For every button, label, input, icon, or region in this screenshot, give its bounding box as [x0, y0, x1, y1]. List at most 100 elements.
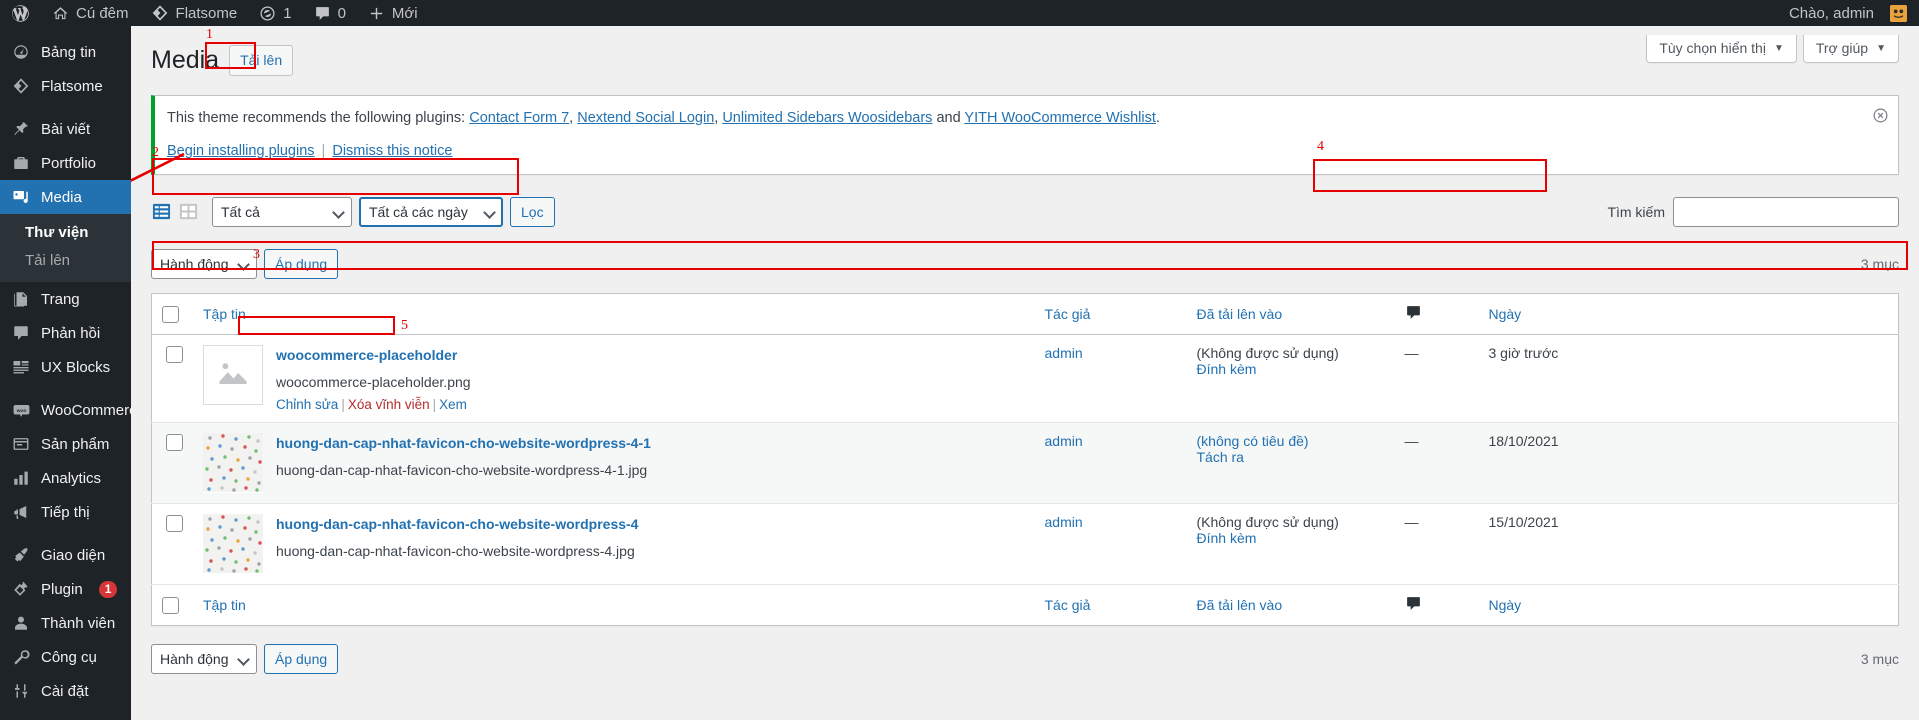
- sidebar-item-tools[interactable]: Công cụ: [0, 640, 131, 674]
- upload-button[interactable]: Tải lên: [229, 44, 294, 76]
- plugin-link-nextend-social-login[interactable]: Nextend Social Login: [577, 110, 714, 126]
- notice-dismiss-button[interactable]: [1866, 102, 1894, 130]
- plugin-link-yith-wishlist[interactable]: YITH WooCommerce Wishlist: [964, 110, 1155, 126]
- dots-pattern-image: [203, 514, 263, 574]
- plugin-link-unlimited-sidebars[interactable]: Unlimited Sidebars Woosidebars: [722, 110, 932, 126]
- bulk-apply-button-top[interactable]: Áp dụng: [264, 248, 339, 279]
- author-link[interactable]: admin: [1045, 514, 1083, 530]
- sidebar-item-ux-blocks[interactable]: UX Blocks: [0, 350, 131, 384]
- plugin-link-contact-form-7[interactable]: Contact Form 7: [469, 110, 569, 126]
- column-header-author[interactable]: Tác giả: [1034, 293, 1187, 335]
- sidebar-item-analytics[interactable]: Analytics: [0, 461, 131, 495]
- attach-link[interactable]: Đính kèm: [1197, 361, 1257, 377]
- column-header-file[interactable]: Tập tin: [193, 293, 1035, 335]
- sidebar-item-appearance[interactable]: Giao diện: [0, 538, 131, 572]
- site-name-menu[interactable]: Cú đêm: [41, 0, 140, 26]
- media-type-filter[interactable]: Tất cả: [212, 196, 352, 227]
- grid-view-icon[interactable]: [178, 202, 198, 222]
- uploaded-to-link[interactable]: (không có tiêu đề): [1197, 433, 1309, 449]
- my-account-menu[interactable]: Chào, admin: [1778, 0, 1907, 26]
- admin-bar-right: Chào, admin: [1778, 0, 1919, 26]
- site-name-label: Cú đêm: [76, 4, 129, 22]
- media-title-link[interactable]: woocommerce-placeholder: [276, 347, 457, 363]
- column-footer-date[interactable]: Ngày: [1478, 584, 1899, 626]
- media-title-link[interactable]: huong-dan-cap-nhat-favicon-cho-website-w…: [276, 516, 638, 532]
- sidebar-item-portfolio[interactable]: Portfolio: [0, 146, 131, 180]
- dismiss-notice-link[interactable]: Dismiss this notice: [332, 143, 452, 159]
- sidebar-item-dashboard[interactable]: Bảng tin: [0, 35, 131, 69]
- sidebar-item-posts[interactable]: Bài viết: [0, 112, 131, 146]
- sidebar-item-label: Bảng tin: [41, 43, 97, 61]
- row-author-cell: admin: [1034, 503, 1187, 586]
- column-footer-comments[interactable]: [1394, 584, 1479, 626]
- comments-menu[interactable]: 0: [303, 0, 357, 26]
- select-all-checkbox-top[interactable]: [162, 305, 179, 323]
- column-header-date-label: Ngày: [1488, 305, 1522, 322]
- sidebar-item-marketing[interactable]: Tiếp thị: [0, 495, 131, 529]
- media-info: huong-dan-cap-nhat-favicon-cho-website-w…: [276, 514, 638, 574]
- sidebar-item-settings[interactable]: Cài đặt: [0, 674, 131, 708]
- row-action-view[interactable]: Xem: [439, 397, 467, 412]
- author-link[interactable]: admin: [1045, 345, 1083, 361]
- media-title-link[interactable]: huong-dan-cap-nhat-favicon-cho-website-w…: [276, 435, 651, 451]
- help-button[interactable]: Trợ giúp ▼: [1802, 35, 1899, 63]
- wordpress-logo-button[interactable]: [0, 0, 41, 26]
- table-body: woocommerce-placeholder woocommerce-plac…: [151, 334, 1899, 586]
- list-view-icon[interactable]: [151, 202, 171, 222]
- media-thumbnail[interactable]: [203, 433, 263, 494]
- sidebar-item-label: Phản hồi: [41, 324, 101, 342]
- media-thumbnail[interactable]: [203, 514, 263, 575]
- sidebar-item-label: Bài viết: [41, 120, 91, 138]
- new-content-menu[interactable]: Mới: [357, 0, 429, 26]
- flatsome-menu[interactable]: Flatsome: [140, 0, 249, 26]
- sidebar-item-flatsome[interactable]: Flatsome: [0, 69, 131, 103]
- search-input[interactable]: [1673, 196, 1899, 227]
- row-media-cell: huong-dan-cap-nhat-favicon-cho-website-w…: [193, 422, 1035, 505]
- select-all-header: [151, 293, 193, 335]
- bulk-action-select-bottom[interactable]: Hành động: [151, 644, 257, 675]
- bulk-apply-button-bottom[interactable]: Áp dụng: [264, 644, 339, 675]
- page-title-row: Media Tải lên: [151, 26, 1899, 77]
- sidebar-subitem-library[interactable]: Thư viện: [0, 219, 131, 247]
- row-checkbox[interactable]: [166, 434, 183, 452]
- search-box: Tìm kiếm: [1607, 196, 1899, 227]
- column-footer-file[interactable]: Tập tin: [193, 584, 1035, 626]
- author-link[interactable]: admin: [1045, 433, 1083, 449]
- filter-submit-button[interactable]: Lọc: [510, 196, 555, 227]
- column-header-date[interactable]: Ngày: [1478, 293, 1899, 335]
- column-header-author-label: Tác giả: [1044, 305, 1091, 322]
- select-all-checkbox-bottom[interactable]: [162, 597, 179, 615]
- sidebar-item-woocommerce[interactable]: woo WooCommerce: [0, 393, 145, 427]
- media-thumbnail[interactable]: [203, 344, 263, 405]
- screen-options-button[interactable]: Tùy chọn hiển thị ▼: [1646, 35, 1797, 63]
- sidebar-item-users[interactable]: Thành viên: [0, 606, 131, 640]
- sidebar-subitem-upload[interactable]: Tải lên: [0, 247, 131, 275]
- sidebar-item-plugins[interactable]: Plugin 1: [0, 572, 131, 606]
- media-cell: huong-dan-cap-nhat-favicon-cho-website-w…: [203, 433, 1025, 494]
- row-action-edit[interactable]: Chỉnh sửa: [276, 397, 338, 412]
- sidebar-item-media[interactable]: Media: [0, 180, 131, 214]
- row-checkbox-cell: [151, 422, 193, 505]
- bulk-action-select-top[interactable]: Hành động: [151, 248, 257, 279]
- sidebar-item-comments[interactable]: Phản hồi: [0, 316, 131, 350]
- table-row: woocommerce-placeholder woocommerce-plac…: [151, 334, 1899, 424]
- column-footer-author[interactable]: Tác giả: [1034, 584, 1187, 626]
- begin-installing-plugins-link[interactable]: Begin installing plugins: [167, 143, 315, 159]
- row-checkbox[interactable]: [166, 345, 183, 363]
- sidebar-item-label: Thành viên: [41, 614, 116, 632]
- date-filter[interactable]: Tất cả các ngày: [359, 196, 503, 227]
- column-footer-uploaded-to[interactable]: Đã tải lên vào: [1186, 584, 1395, 626]
- sidebar-item-products[interactable]: Sản phẩm: [0, 427, 131, 461]
- row-comments-cell: —: [1394, 422, 1479, 505]
- attach-link[interactable]: Đính kèm: [1197, 530, 1257, 546]
- row-action-delete-permanently[interactable]: Xóa vĩnh viễn: [348, 397, 430, 412]
- updates-menu[interactable]: 1: [248, 0, 302, 26]
- column-header-comments[interactable]: [1394, 293, 1479, 335]
- detach-link[interactable]: Tách ra: [1197, 449, 1244, 465]
- column-header-uploaded-to[interactable]: Đã tải lên vào: [1186, 293, 1395, 335]
- sidebar-item-pages[interactable]: Trang: [0, 282, 131, 316]
- row-checkbox[interactable]: [166, 515, 183, 533]
- menu-spacer: [0, 26, 131, 35]
- portfolio-icon: [11, 153, 31, 173]
- table-row: huong-dan-cap-nhat-favicon-cho-website-w…: [151, 422, 1899, 505]
